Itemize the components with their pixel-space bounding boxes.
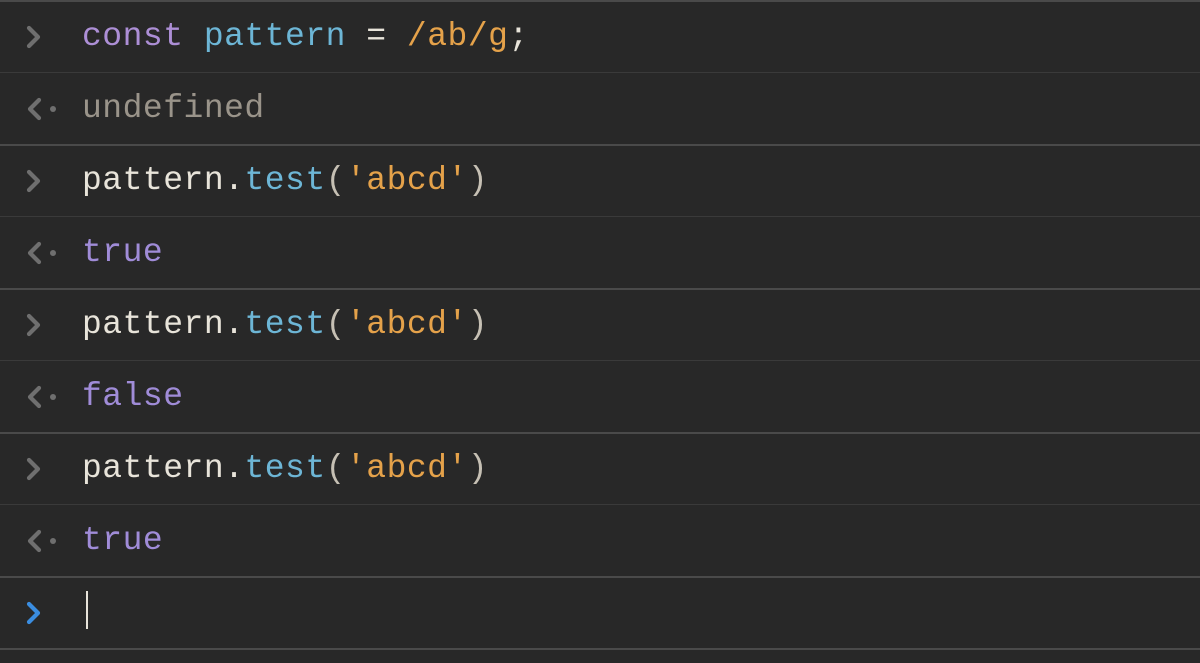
text-caret-icon [86, 591, 88, 629]
console-input-code: pattern.test('abcd') [82, 305, 1180, 345]
console-output-row: true [0, 216, 1200, 288]
console-prompt-row[interactable] [0, 576, 1200, 648]
console-output-value: true [82, 521, 1180, 561]
divider [0, 648, 1200, 650]
console-input-row: const pattern = /ab/g; [0, 0, 1200, 72]
input-chevron-icon [24, 455, 82, 483]
devtools-console: const pattern = /ab/g; undefined pattern… [0, 0, 1200, 650]
console-input-code: const pattern = /ab/g; [82, 17, 1180, 57]
console-output-row: false [0, 360, 1200, 432]
input-chevron-icon [24, 311, 82, 339]
console-prompt-input[interactable] [82, 593, 1180, 633]
output-chevron-icon [24, 239, 82, 267]
input-chevron-icon [24, 23, 82, 51]
console-input-row: pattern.test('abcd') [0, 288, 1200, 360]
prompt-chevron-icon [24, 599, 82, 627]
output-chevron-icon [24, 383, 82, 411]
console-output-row: true [0, 504, 1200, 576]
console-input-code: pattern.test('abcd') [82, 161, 1180, 201]
console-input-code: pattern.test('abcd') [82, 449, 1180, 489]
console-output-value: undefined [82, 89, 1180, 129]
output-chevron-icon [24, 527, 82, 555]
console-output-value: false [82, 377, 1180, 417]
console-output-row: undefined [0, 72, 1200, 144]
output-chevron-icon [24, 95, 82, 123]
console-input-row: pattern.test('abcd') [0, 432, 1200, 504]
console-input-row: pattern.test('abcd') [0, 144, 1200, 216]
console-output-value: true [82, 233, 1180, 273]
input-chevron-icon [24, 167, 82, 195]
